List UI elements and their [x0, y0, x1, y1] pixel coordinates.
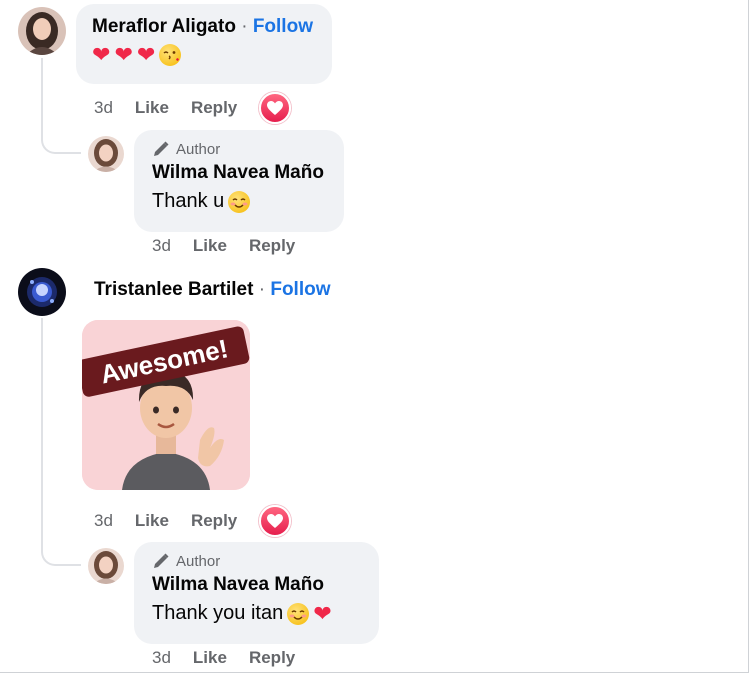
- avatar[interactable]: [88, 548, 124, 584]
- thread-line: [41, 58, 43, 136]
- heart-emoji: ❤: [92, 42, 111, 67]
- heart-emoji: ❤: [313, 600, 332, 626]
- awesome-sticker[interactable]: Awesome!: [82, 320, 250, 490]
- comment-header: Meraflor Aligato · Follow: [92, 16, 316, 38]
- comment-actions: 3d Like Reply: [152, 236, 317, 256]
- timestamp[interactable]: 3d: [152, 648, 171, 668]
- separator-dot: ·: [241, 16, 248, 37]
- avatar[interactable]: [88, 136, 124, 172]
- avatar[interactable]: [18, 268, 66, 316]
- reply-button[interactable]: Reply: [249, 236, 295, 256]
- timestamp[interactable]: 3d: [94, 511, 113, 531]
- reply-button[interactable]: Reply: [191, 98, 237, 118]
- commenter-name[interactable]: Wilma Navea Maño: [152, 162, 326, 184]
- like-button[interactable]: Like: [135, 511, 169, 531]
- smiling-face-emoji: [228, 190, 251, 213]
- author-label: Author: [176, 552, 221, 570]
- author-label: Author: [176, 140, 221, 158]
- kiss-wink-emoji: [159, 44, 182, 66]
- separator-dot: ·: [258, 279, 266, 300]
- follow-button[interactable]: Follow: [270, 279, 330, 300]
- comment-text-content: Thank you itan: [152, 602, 284, 624]
- love-reaction-icon[interactable]: [259, 92, 292, 124]
- comment-header: Tristanlee Bartilet · Follow: [94, 279, 331, 301]
- avatar[interactable]: [18, 7, 66, 55]
- pencil-icon: [154, 141, 169, 156]
- smiling-face-emoji: [287, 602, 310, 625]
- comment-text: Thank u: [152, 190, 326, 213]
- thread-connector: [41, 548, 81, 566]
- comment-actions: 3d Like Reply: [94, 92, 292, 124]
- comment-text: Thank you itan ❤: [152, 602, 361, 625]
- author-badge: Author: [152, 552, 361, 570]
- comment-text-content: Thank u: [152, 190, 225, 212]
- like-button[interactable]: Like: [193, 236, 227, 256]
- comment-bubble: Meraflor Aligato · Follow ❤ ❤ ❤: [76, 4, 332, 84]
- comment-actions: 3d Like Reply: [152, 648, 317, 668]
- heart-emoji: ❤: [136, 42, 156, 67]
- thread-line: [41, 318, 43, 548]
- pencil-icon: [154, 553, 169, 568]
- like-button[interactable]: Like: [193, 648, 227, 668]
- reply-button[interactable]: Reply: [191, 511, 237, 531]
- love-reaction-icon[interactable]: [259, 505, 292, 537]
- reply-button[interactable]: Reply: [249, 648, 295, 668]
- comment-actions: 3d Like Reply: [94, 505, 292, 537]
- like-button[interactable]: Like: [135, 98, 169, 118]
- follow-button[interactable]: Follow: [253, 16, 313, 37]
- commenter-name[interactable]: Wilma Navea Maño: [152, 574, 361, 596]
- heart-emoji: ❤: [114, 42, 133, 67]
- author-badge: Author: [152, 140, 326, 158]
- comment-text: ❤ ❤ ❤: [92, 44, 316, 66]
- reply-bubble: Author Wilma Navea Maño Thank you itan ❤: [134, 542, 379, 644]
- reply-bubble: Author Wilma Navea Maño Thank u: [134, 130, 344, 232]
- thread-connector: [41, 136, 81, 154]
- commenter-name[interactable]: Tristanlee Bartilet: [94, 279, 253, 300]
- timestamp[interactable]: 3d: [94, 98, 113, 118]
- timestamp[interactable]: 3d: [152, 236, 171, 256]
- commenter-name[interactable]: Meraflor Aligato: [92, 16, 236, 37]
